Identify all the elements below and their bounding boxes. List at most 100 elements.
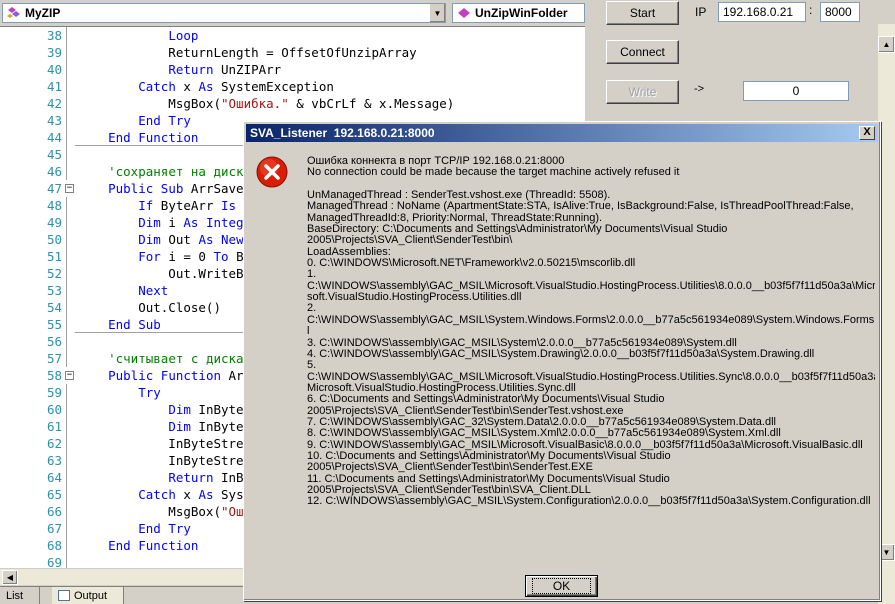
code-token: Loop bbox=[168, 28, 199, 43]
message-line: UnManagedThread : SenderTest.vshost.exe … bbox=[307, 190, 611, 202]
message-line: LoadAssemblies: bbox=[307, 246, 391, 258]
code-text: End Try bbox=[78, 112, 191, 129]
line-number: 68 bbox=[46, 538, 62, 553]
tab-list[interactable]: List bbox=[0, 587, 40, 604]
message-line: 6. C:\Documents and Settings\Administrat… bbox=[307, 394, 665, 406]
message-line: ManagedThread : NoName (ApartmentState:S… bbox=[307, 201, 854, 213]
outline-guide bbox=[66, 129, 69, 146]
start-button[interactable]: Start bbox=[606, 1, 679, 25]
counter-field[interactable]: 0 bbox=[743, 81, 849, 101]
code-line[interactable]: 39 ReturnLength = OffsetOfUnzipArray bbox=[0, 44, 585, 61]
outline-guide bbox=[66, 520, 69, 537]
line-number: 57 bbox=[46, 351, 62, 366]
code-text: Catch x As SystemException bbox=[78, 78, 334, 95]
code-line[interactable]: 41 Catch x As SystemException bbox=[0, 78, 585, 95]
outline-guide bbox=[66, 435, 69, 452]
code-text: For i = 0 To Byte bbox=[78, 248, 266, 265]
port-input[interactable]: 8000 bbox=[820, 2, 860, 22]
line-number: 59 bbox=[46, 385, 62, 400]
outline-guide bbox=[66, 299, 69, 316]
outline-guide bbox=[66, 112, 69, 129]
code-token: Return bbox=[168, 62, 214, 77]
outline-guide bbox=[66, 146, 69, 163]
code-token: x bbox=[175, 487, 199, 502]
ip-input[interactable]: 192.168.0.21 bbox=[718, 2, 806, 22]
message-line: C:\WINDOWS\assembly\GAC_MSIL\Microsoft.V… bbox=[307, 280, 875, 292]
message-line: 3. C:\WINDOWS\assembly\GAC_MSIL\System\2… bbox=[307, 337, 737, 349]
message-line: 10. C:\Documents and Settings\Administra… bbox=[307, 450, 671, 462]
code-text: Dim Out As New Sy bbox=[78, 231, 266, 248]
scroll-up-icon[interactable]: ▲ bbox=[878, 36, 895, 53]
code-text: Dim InByteStr bbox=[78, 401, 266, 418]
code-text: Return InByte bbox=[78, 469, 266, 486]
tab-list-label: List bbox=[6, 589, 24, 602]
code-token: UnZIPArr bbox=[213, 62, 282, 77]
code-token: As bbox=[198, 79, 214, 94]
outline-guide bbox=[66, 384, 69, 401]
collapse-icon[interactable]: − bbox=[65, 371, 74, 380]
code-line[interactable]: 42 MsgBox("Ошибка." & vbCrLf & x.Message… bbox=[0, 95, 585, 112]
message-line: 2005\Projects\SVA_Client\SenderTest\bin\ bbox=[307, 235, 513, 247]
scroll-left-icon[interactable]: ◀ bbox=[2, 570, 18, 585]
line-number: 60 bbox=[46, 402, 62, 417]
code-token: As bbox=[198, 487, 214, 502]
code-token: Dim bbox=[138, 232, 161, 247]
outline-guide bbox=[66, 486, 69, 503]
message-line: C:\WINDOWS\assembly\GAC_MSIL\System.Wind… bbox=[307, 314, 875, 326]
code-token: "Ошибка." bbox=[221, 96, 289, 111]
class-combo[interactable]: MyZIP ▼ bbox=[2, 3, 446, 23]
line-number: 55 bbox=[46, 317, 62, 332]
code-text: Catch x As System bbox=[78, 486, 266, 503]
dialog-titlebar[interactable]: SVA_Listener 192.168.0.21:8000 X bbox=[246, 124, 878, 142]
outline-guide bbox=[66, 265, 69, 282]
code-text: Out.Close() bbox=[78, 299, 221, 316]
code-text: InByteStream. bbox=[78, 452, 266, 469]
write-button[interactable]: Write bbox=[606, 80, 679, 104]
code-token: End Try bbox=[138, 521, 191, 536]
line-number: 53 bbox=[46, 283, 62, 298]
close-button[interactable]: X bbox=[859, 126, 875, 140]
line-number: 58 bbox=[46, 368, 62, 383]
code-text: Try bbox=[78, 384, 161, 401]
message-line: l bbox=[307, 326, 310, 338]
chevron-down-icon[interactable]: ▼ bbox=[429, 4, 445, 22]
code-text: Next bbox=[78, 282, 168, 299]
ok-button[interactable]: OK bbox=[525, 575, 598, 597]
code-token: Public Sub bbox=[108, 181, 184, 196]
line-number: 52 bbox=[46, 266, 62, 281]
line-number: 51 bbox=[46, 249, 62, 264]
message-line bbox=[307, 179, 875, 190]
connect-button[interactable]: Connect bbox=[606, 40, 679, 64]
outline-guide bbox=[66, 350, 69, 367]
code-line[interactable]: 38 Loop bbox=[0, 27, 585, 44]
outline-guide bbox=[66, 61, 69, 78]
line-number: 62 bbox=[46, 436, 62, 451]
line-number: 50 bbox=[46, 232, 62, 247]
close-icon: X bbox=[863, 126, 871, 138]
method-combo-text: UnZipWinFolder bbox=[475, 6, 568, 20]
message-line: 1. bbox=[307, 269, 317, 281]
message-line: 9. C:\WINDOWS\assembly\GAC_MSIL\Microsof… bbox=[307, 439, 863, 451]
collapse-icon[interactable]: − bbox=[65, 184, 74, 193]
code-text: Return UnZIPArr bbox=[78, 61, 281, 78]
code-token: Out.WriteByte bbox=[78, 266, 267, 281]
outline-guide bbox=[66, 418, 69, 435]
code-token: i = 0 bbox=[160, 249, 214, 264]
message-line: 2005\Projects\SVA_Client\SenderTest\bin\… bbox=[307, 462, 593, 474]
code-token: Catch bbox=[138, 487, 176, 502]
output-icon bbox=[58, 590, 70, 601]
code-token: Next bbox=[138, 283, 169, 298]
code-line[interactable]: 40 Return UnZIPArr bbox=[0, 61, 585, 78]
message-line: BaseDirectory: C:\Documents and Settings… bbox=[307, 224, 728, 236]
code-token: Dim bbox=[138, 215, 161, 230]
method-combo[interactable]: UnZipWinFolder bbox=[452, 3, 585, 23]
tab-output[interactable]: Output bbox=[52, 587, 124, 604]
